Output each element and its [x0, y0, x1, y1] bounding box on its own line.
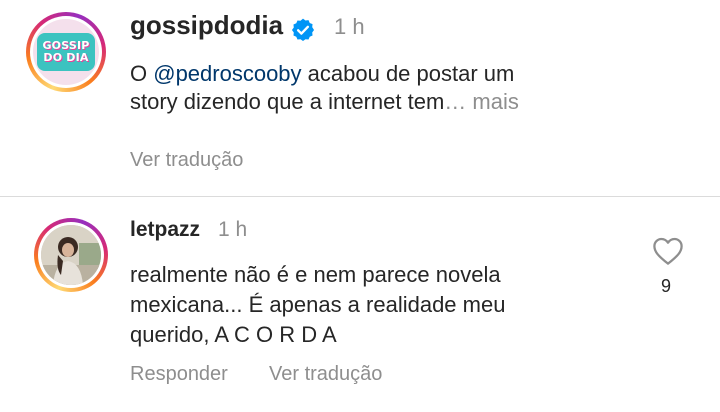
like-count: 9: [661, 276, 672, 296]
caption-ellipsis: …: [444, 89, 467, 114]
caption-line2: story dizendo que a internet tem: [130, 89, 445, 114]
comment-translate-link[interactable]: Ver tradução: [269, 363, 382, 386]
reply-button[interactable]: Responder: [130, 363, 228, 386]
comment-item: letpazz 1 h realmente não é e nem parece…: [0, 197, 720, 412]
user-photo: [41, 225, 101, 285]
mention-link[interactable]: @pedroscooby: [153, 61, 301, 86]
gossip-logo: GOSSIP DO DIA: [33, 19, 99, 85]
comment-username[interactable]: letpazz: [130, 218, 200, 242]
heart-outline-icon[interactable]: [652, 236, 684, 266]
comment-text: realmente não é e nem parece novela mexi…: [130, 260, 630, 350]
post-translate-link[interactable]: Ver tradução: [130, 149, 243, 172]
caption-line1: acabou de postar um: [301, 61, 515, 86]
verified-badge-icon: [291, 18, 315, 42]
more-link[interactable]: mais: [466, 89, 518, 114]
comment-time: 1 h: [218, 218, 248, 241]
logo-line2: DO DIA: [43, 51, 89, 64]
post-username[interactable]: gossipdodia: [130, 10, 283, 41]
post-caption: O @pedroscooby acabou de postar um story…: [130, 60, 690, 116]
comment-line3: querido, A C O R D A: [130, 322, 337, 347]
post-time: 1 h: [334, 14, 365, 39]
post-header: GOSSIP DO DIA gossipdodia 1 h O @pedrosc…: [0, 0, 720, 196]
comment-avatar[interactable]: [34, 218, 108, 292]
comment-line2: mexicana... É apenas a realidade meu: [130, 292, 506, 317]
caption-prefix: O: [130, 61, 154, 86]
post-avatar[interactable]: GOSSIP DO DIA: [26, 12, 106, 92]
comment-line1: realmente não é e nem parece novela: [130, 262, 501, 287]
